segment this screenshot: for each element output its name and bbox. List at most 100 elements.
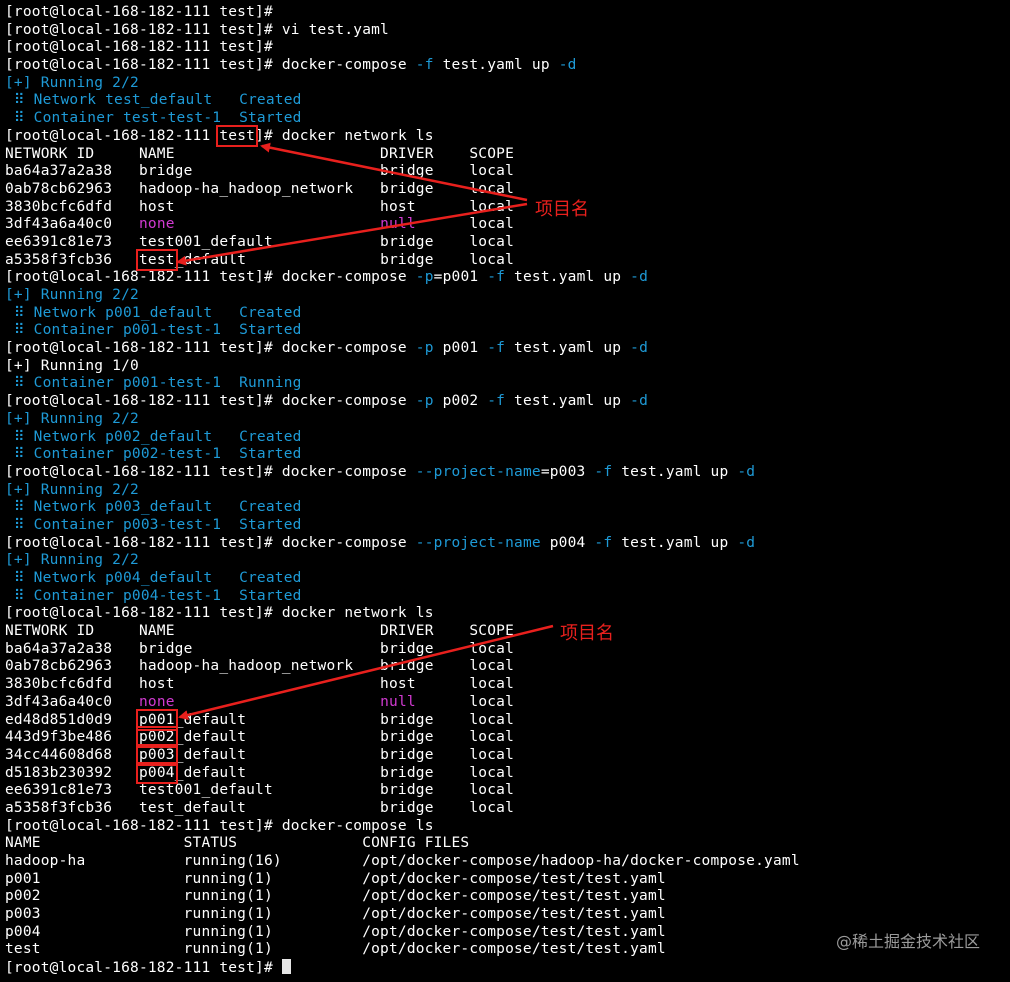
- terminal-text: none: [138, 693, 175, 710]
- terminal-line: a5358f3fcb36 test_default bridge local: [5, 800, 1010, 818]
- terminal-line: ⠿ Container p002-test-1 Started: [5, 446, 1010, 464]
- terminal-line: ⠿ Network test_default Created: [5, 92, 1010, 110]
- terminal-text: test running(1) /opt/docker-compose/test…: [5, 941, 666, 958]
- terminal-text: =p003: [540, 463, 595, 480]
- terminal-text: d5183b230392: [5, 764, 139, 781]
- terminal-line: [+] Running 1/0: [5, 358, 1010, 376]
- terminal-text: hadoop-ha running(16) /opt/docker-compos…: [5, 853, 800, 869]
- terminal-text: 34cc44608d68: [5, 746, 139, 763]
- terminal-text: [+] Running 2/2: [5, 552, 139, 569]
- terminal-line: ⠿ Network p001_default Created: [5, 305, 1010, 323]
- terminal-text: [root@local-168-182-111 test]# docker-co…: [5, 393, 416, 410]
- terminal-text: -f: [487, 393, 506, 410]
- terminal-text: ee6391c81e73 test001_default bridge loca…: [5, 233, 514, 250]
- terminal-line: d5183b230392 p004_default bridge local: [5, 761, 1010, 784]
- terminal-text: _default bridge local: [174, 746, 515, 763]
- terminal-text: 3830bcfc6dfd host host local: [5, 198, 514, 215]
- terminal-line: ⠿ Container p003-test-1 Started: [5, 517, 1010, 535]
- terminal-line: [root@local-168-182-111 test]#: [5, 39, 1010, 57]
- terminal-line: hadoop-ha running(16) /opt/docker-compos…: [5, 853, 1010, 871]
- terminal-line: [root@local-168-182-111 test]# docker-co…: [5, 535, 1010, 553]
- terminal-text: test.yaml up: [505, 340, 631, 357]
- terminal-text: _default bridge local: [174, 764, 515, 781]
- terminal-text: 0ab78cb62963 hadoop-ha_hadoop_network br…: [5, 658, 514, 675]
- terminal-text: [root@local-168-182-111 test]# docker ne…: [5, 605, 434, 622]
- terminal-text: 3df43a6a40c0: [5, 216, 139, 233]
- terminal-text: p004: [540, 534, 595, 551]
- terminal-text: -f: [487, 340, 506, 357]
- terminal-line: [+] Running 2/2: [5, 482, 1010, 500]
- highlighted-project-name: p003: [135, 743, 178, 766]
- annotation-label-project-name-2: 项目名: [560, 623, 614, 644]
- terminal-line: 3830bcfc6dfd host host local: [5, 676, 1010, 694]
- terminal-text: ba64a37a2a38 bridge bridge local: [5, 163, 514, 180]
- terminal-output[interactable]: [root@local-168-182-111 test]# [root@loca…: [0, 0, 1010, 982]
- terminal-text: test.yaml up: [505, 269, 631, 286]
- terminal-text: -d: [558, 57, 577, 74]
- terminal-text: [root@local-168-182-111 test]# vi test.y…: [5, 21, 389, 38]
- terminal-text: test.yaml up: [505, 393, 631, 410]
- terminal-line: [root@local-168-182-111 test]#: [5, 4, 1010, 22]
- terminal-line: ba64a37a2a38 bridge bridge local: [5, 641, 1010, 659]
- terminal-text: -d: [737, 463, 756, 480]
- terminal-line: NAME STATUS CONFIG FILES: [5, 835, 1010, 853]
- terminal-line: ⠿ Network p003_default Created: [5, 499, 1010, 517]
- terminal-text: --project-name: [415, 534, 541, 551]
- terminal-text: -d: [737, 534, 756, 551]
- highlighted-project-name: p002: [135, 726, 178, 749]
- terminal-text: 0ab78cb62963 hadoop-ha_hadoop_network br…: [5, 180, 514, 197]
- terminal-line: NETWORK ID NAME DRIVER SCOPE: [5, 623, 1010, 641]
- terminal-text: [+] Running 2/2: [5, 287, 139, 303]
- terminal-text: ]# docker network ls: [255, 127, 434, 144]
- terminal-line: ⠿ Network p002_default Created: [5, 429, 1010, 447]
- terminal-line: [root@local-168-182-111 test]# docker-co…: [5, 393, 1010, 411]
- terminal-line: ee6391c81e73 test001_default bridge loca…: [5, 782, 1010, 800]
- terminal-text: p002: [433, 393, 488, 410]
- terminal-text: a5358f3fcb36 test_default bridge local: [5, 799, 514, 816]
- terminal-line: ⠿ Container p001-test-1 Started: [5, 322, 1010, 340]
- terminal-text: ⠿ Container test-test-1 Started: [5, 110, 302, 127]
- terminal-text: -d: [630, 269, 649, 286]
- terminal-text: -d: [630, 340, 649, 357]
- terminal-line: 34cc44608d68 p003_default bridge local: [5, 743, 1010, 766]
- terminal-line: [root@local-168-182-111 test]# docker-co…: [5, 818, 1010, 836]
- terminal-line: [root@local-168-182-111 test]# docker ne…: [5, 124, 1010, 147]
- terminal-text: p001: [433, 340, 488, 357]
- highlighted-project-name: p004: [135, 761, 178, 784]
- terminal-line: [root@local-168-182-111 test]# vi test.y…: [5, 22, 1010, 40]
- terminal-line: ⠿ Container p004-test-1 Started: [5, 588, 1010, 606]
- terminal-text: [root@local-168-182-111 test]# docker-co…: [5, 57, 416, 74]
- terminal-text: local: [415, 693, 515, 710]
- terminal-text: 3830bcfc6dfd host host local: [5, 676, 514, 693]
- terminal-line: 0ab78cb62963 hadoop-ha_hadoop_network br…: [5, 181, 1010, 199]
- terminal-text: ⠿ Container p004-test-1 Started: [5, 587, 302, 604]
- terminal-text: [+] Running 1/0: [5, 357, 139, 374]
- terminal-line: [+] Running 2/2: [5, 75, 1010, 93]
- terminal-text: [root@local-168-182-111 test]#: [5, 960, 282, 977]
- terminal-line: p001 running(1) /opt/docker-compose/test…: [5, 871, 1010, 889]
- terminal-text: NAME STATUS CONFIG FILES: [5, 835, 470, 852]
- terminal-text: ee6391c81e73 test001_default bridge loca…: [5, 782, 514, 799]
- terminal-line: [root@local-168-182-111 test]# docker-co…: [5, 269, 1010, 287]
- highlighted-project-name: p001: [135, 708, 178, 731]
- terminal-line: [+] Running 2/2: [5, 552, 1010, 570]
- terminal-text: ⠿ Container p001-test-1 Running: [5, 375, 302, 392]
- terminal-line: ed48d851d0d9 p001_default bridge local: [5, 708, 1010, 731]
- terminal-text: test.yaml up: [612, 463, 738, 480]
- terminal-line: [root@local-168-182-111 test]# docker-co…: [5, 57, 1010, 75]
- cursor-block: [281, 959, 291, 975]
- terminal-text: [root@local-168-182-111 test]#: [5, 39, 273, 56]
- terminal-text: p001 running(1) /opt/docker-compose/test…: [5, 870, 666, 887]
- terminal-text: _default bridge local: [174, 251, 515, 268]
- terminal-text: ⠿ Network p003_default Created: [5, 499, 302, 516]
- terminal-line: ⠿ Container test-test-1 Started: [5, 110, 1010, 128]
- terminal-line: ba64a37a2a38 bridge bridge local: [5, 163, 1010, 181]
- terminal-text: -p: [415, 340, 434, 357]
- terminal-text: [+] Running 2/2: [5, 74, 139, 91]
- terminal-text: [root@local-168-182-111 test]# docker-co…: [5, 463, 416, 480]
- terminal-text: NETWORK ID NAME DRIVER SCOPE: [5, 145, 514, 162]
- terminal-line: a5358f3fcb36 test_default bridge local: [5, 248, 1010, 271]
- annotation-label-project-name-1: 项目名: [535, 199, 589, 220]
